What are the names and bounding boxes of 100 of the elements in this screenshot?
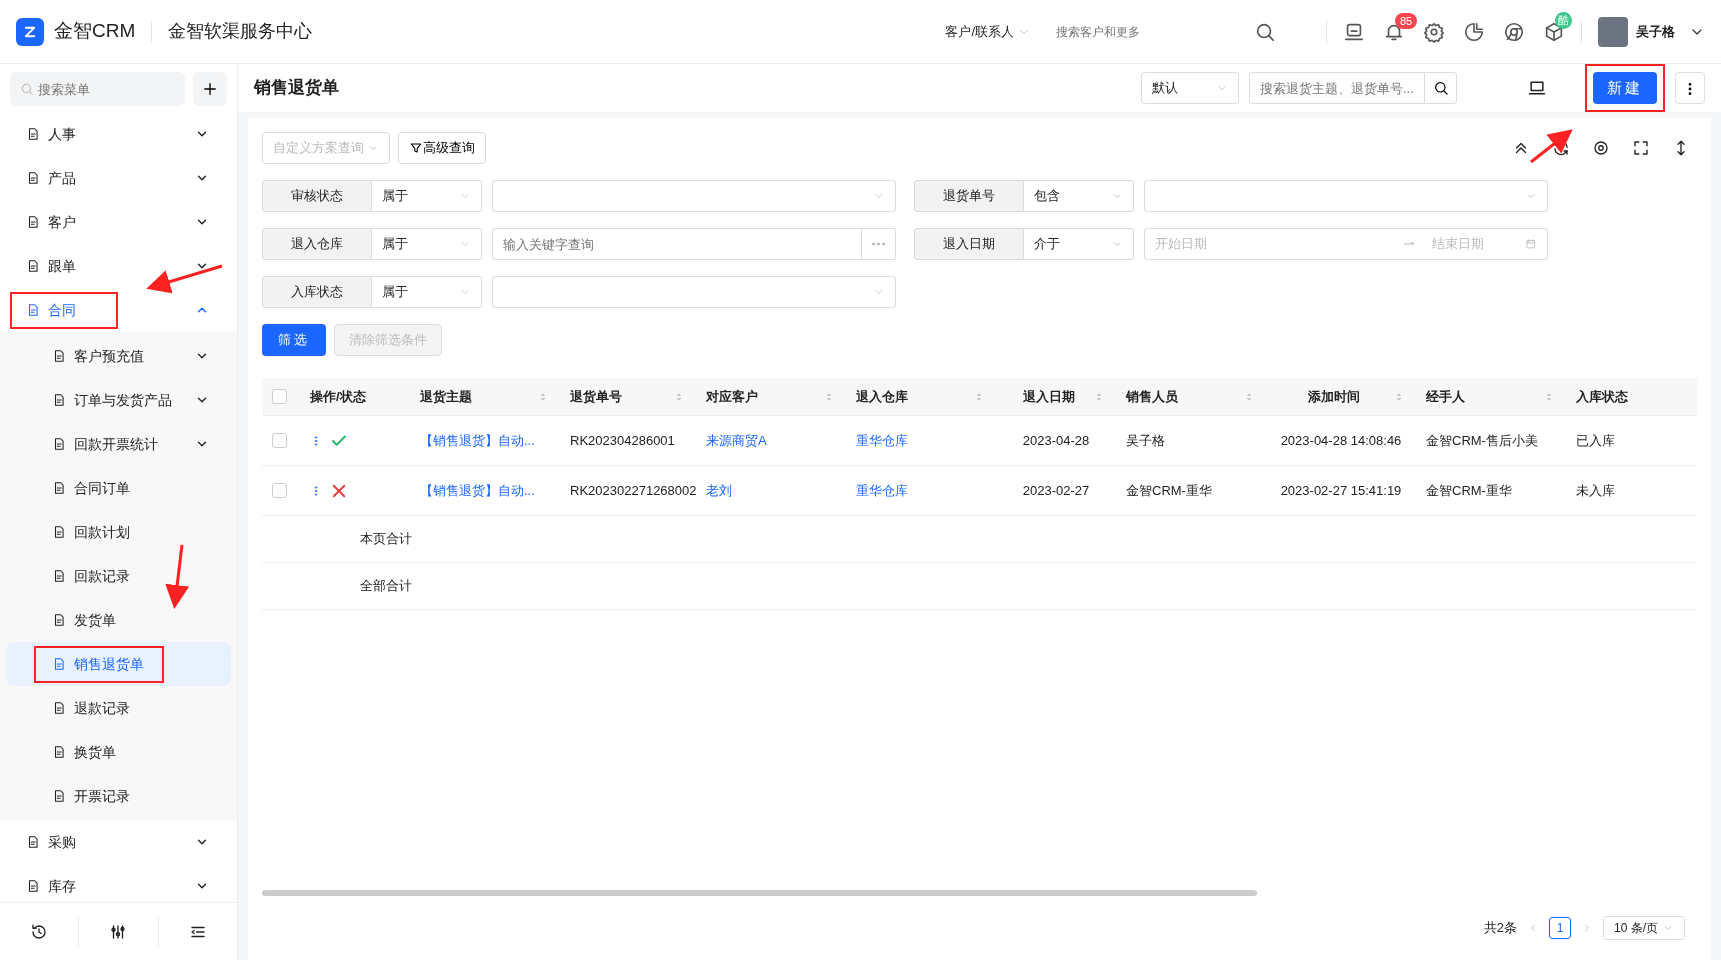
document-icon: [52, 745, 66, 759]
table-cell-text: 金智CRM-售后小美: [1426, 431, 1538, 450]
document-icon: [26, 259, 40, 273]
total-label: 本页合计: [360, 530, 412, 549]
table-cell-text: 2023-04-28: [1022, 431, 1090, 450]
total-label: 全部合计: [360, 577, 412, 596]
operator-select[interactable]: 包含: [1024, 180, 1134, 212]
table-cell-text: 金智CRM-重华: [1426, 481, 1512, 500]
filter-icon: [409, 141, 423, 155]
table-link[interactable]: 【销售退货】自动...: [420, 480, 535, 501]
table-cell-text: 2023-02-27: [1022, 481, 1090, 500]
filter-label: 审核状态: [262, 180, 372, 212]
document-icon: [26, 171, 40, 185]
value-input-field[interactable]: 输入关键字查询: [492, 228, 862, 260]
search-button[interactable]: [1425, 72, 1457, 104]
submenu-item[interactable]: 发货单: [6, 598, 231, 642]
operator-select[interactable]: 属于: [372, 276, 482, 308]
menu-item[interactable]: 产品: [0, 156, 237, 200]
user-name[interactable]: 吴子格: [1636, 21, 1675, 42]
portal-title: 金智软渠服务中心: [168, 20, 313, 43]
laptop-icon[interactable]: [1527, 78, 1547, 98]
logo-icon: [16, 17, 44, 46]
more-icon: [872, 242, 885, 246]
table-link[interactable]: 老刘: [706, 480, 732, 501]
table-cell-text: 已入库: [1576, 431, 1615, 450]
document-icon: [52, 613, 66, 627]
document-icon: [52, 349, 66, 363]
document-icon: [52, 569, 66, 583]
submenu-item[interactable]: 合同订单: [6, 466, 231, 510]
total-count: 共2条: [1483, 919, 1517, 938]
submenu-item[interactable]: 客户预充值: [6, 334, 231, 378]
submenu-item[interactable]: 退款记录: [6, 686, 231, 730]
menu-item[interactable]: 采购: [0, 820, 237, 864]
table-cell-text: RK202302271268002: [570, 481, 697, 500]
table-link[interactable]: 重华仓库: [856, 430, 908, 451]
document-icon: [52, 481, 66, 495]
advanced-query-button[interactable]: 高级查询: [398, 132, 486, 164]
highlight-box: 合同: [12, 293, 116, 327]
document-icon: [26, 835, 40, 849]
new-button[interactable]: 新建: [1593, 72, 1657, 104]
search-icon: [20, 82, 34, 96]
operator-select[interactable]: 介于: [1024, 228, 1134, 260]
submenu-item[interactable]: 回款计划: [6, 510, 231, 554]
document-icon: [52, 789, 66, 803]
search-icon: [1432, 80, 1449, 96]
document-icon: [26, 303, 40, 317]
submenu-item[interactable]: 回款记录: [6, 554, 231, 598]
plus-icon: [201, 80, 219, 98]
menu-item[interactable]: 合同: [0, 288, 237, 332]
record-search-field[interactable]: 搜索退货主题、退货单号...: [1249, 72, 1425, 104]
app-badge: 酷: [1555, 11, 1572, 29]
highlight-box: 销售退货单: [36, 647, 162, 681]
submenu-item[interactable]: 开票记录: [6, 774, 231, 818]
row-checkbox[interactable]: [272, 433, 287, 448]
filter-label: 退货单号: [914, 180, 1024, 212]
table-cell-text: 2023-04-28 14:08:46: [1280, 431, 1402, 450]
table-link[interactable]: 【销售退货】自动...: [420, 430, 535, 451]
document-icon: [26, 127, 40, 141]
table-cell-text: 未入库: [1576, 481, 1615, 500]
annotation-arrow: [165, 544, 190, 609]
document-icon: [52, 437, 66, 451]
notification-count: 85: [1395, 12, 1418, 29]
select-all-checkbox[interactable]: [272, 389, 287, 404]
annotation-arrow: [1530, 129, 1573, 164]
horizontal-scrollbar[interactable]: [262, 890, 1257, 896]
page-title: 销售退货单: [254, 77, 340, 100]
menu-item[interactable]: 人事: [0, 112, 237, 156]
menu-search-field[interactable]: 搜索菜单: [10, 72, 185, 106]
filter-button[interactable]: 筛选: [262, 324, 326, 356]
document-icon: [52, 393, 66, 407]
operator-select[interactable]: 属于: [372, 228, 482, 260]
page-size-select[interactable]: 10 条/页: [1603, 916, 1685, 940]
calendar-icon: [1525, 237, 1537, 251]
document-icon: [52, 525, 66, 539]
row-checkbox[interactable]: [272, 483, 287, 498]
submenu-item[interactable]: 换货单: [6, 730, 231, 774]
page-button[interactable]: 1: [1549, 917, 1571, 939]
sliders-icon[interactable]: [109, 922, 128, 941]
filter-label: 退入日期: [914, 228, 1024, 260]
history-icon[interactable]: [30, 922, 49, 941]
menu-item[interactable]: 客户: [0, 200, 237, 244]
document-icon: [26, 215, 40, 229]
add-button[interactable]: [193, 72, 227, 106]
submenu-item[interactable]: 订单与发货产品: [6, 378, 231, 422]
menu-item[interactable]: 跟单: [0, 244, 237, 288]
browser-icon[interactable]: [1503, 20, 1525, 43]
filter-label: 入库状态: [262, 276, 372, 308]
submenu-item[interactable]: 销售退货单: [6, 642, 231, 686]
submenu-item[interactable]: 回款开票统计: [6, 422, 231, 466]
menu-item[interactable]: 库存: [0, 864, 237, 902]
view-select[interactable]: 默认: [1141, 72, 1239, 104]
table-cell-text: 吴子格: [1126, 431, 1165, 450]
operator-select[interactable]: 属于: [372, 180, 482, 212]
table-link[interactable]: 重华仓库: [856, 480, 908, 501]
table-cell-text: 金智CRM-重华: [1126, 481, 1212, 500]
pie-chart-icon[interactable]: [1463, 20, 1485, 43]
table-link[interactable]: 来源商贸A: [706, 430, 767, 451]
search-scope-select[interactable]: 客户/联系人: [945, 21, 1030, 42]
avatar[interactable]: [1598, 16, 1628, 47]
fullscreen-icon[interactable]: [1632, 139, 1650, 157]
